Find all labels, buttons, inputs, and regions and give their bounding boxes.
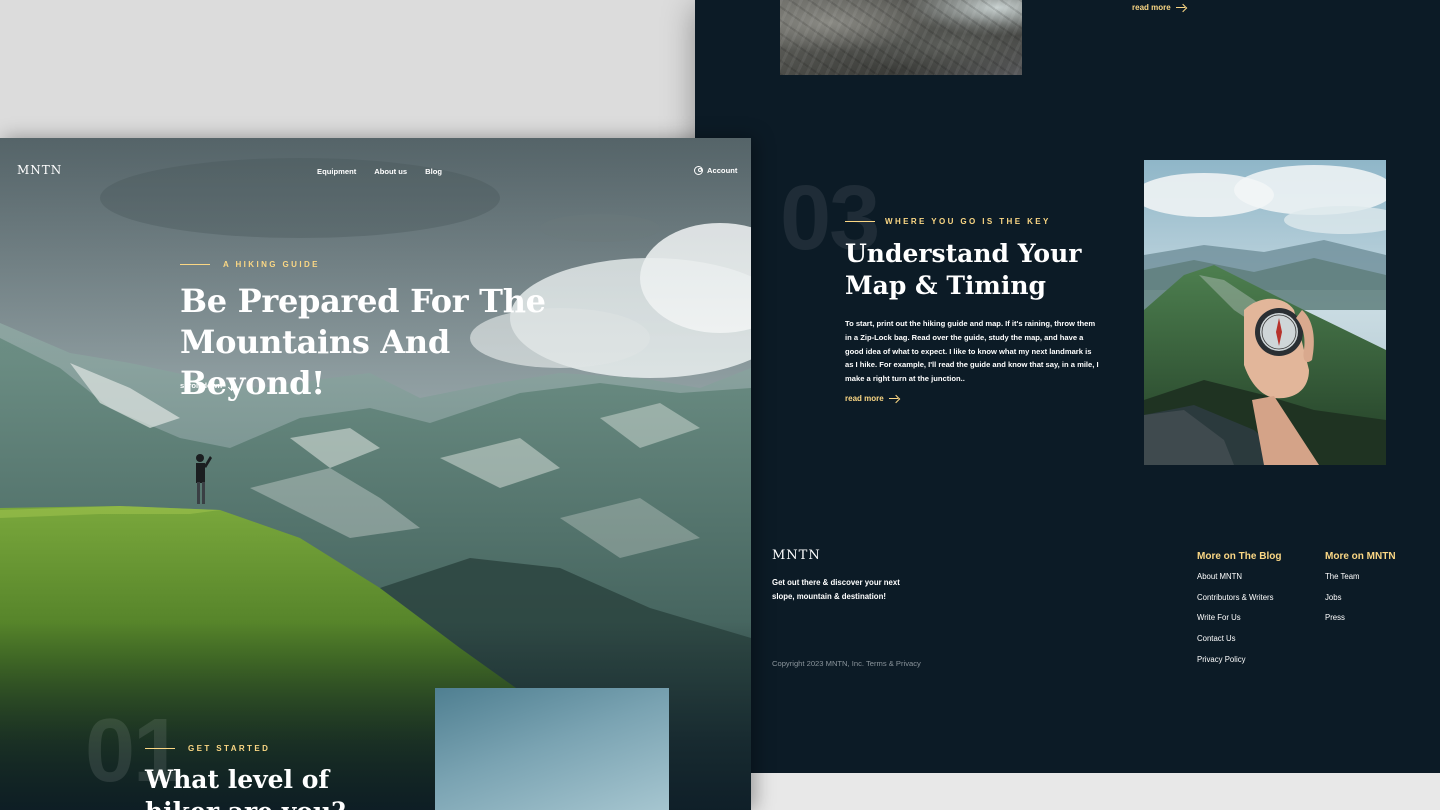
footer-link-write[interactable]: Write For Us	[1197, 612, 1281, 633]
section-eyebrow: WHERE YOU GO IS THE KEY	[845, 217, 1051, 226]
footer-link-contributors[interactable]: Contributors & Writers	[1197, 592, 1281, 613]
footer-tagline: Get out there & discover your next slope…	[772, 578, 900, 601]
section-title: What level of hiker are you?	[145, 765, 346, 810]
footer-column-blog: More on The Blog About MNTN Contributors…	[1197, 551, 1281, 674]
eyebrow-text: WHERE YOU GO IS THE KEY	[885, 217, 1051, 226]
footer-link-privacy[interactable]: Privacy Policy	[1197, 654, 1281, 675]
hero-title: Be Prepared For The Mountains And Beyond…	[180, 282, 546, 402]
user-icon	[694, 166, 703, 175]
footer-column-title: More on The Blog	[1197, 551, 1282, 562]
site-logo[interactable]: MNTN	[17, 163, 62, 177]
account-label: Account	[707, 166, 738, 175]
read-more-label: read more	[845, 394, 884, 403]
background-strip	[751, 773, 1440, 810]
compass-photo	[1144, 160, 1386, 465]
arrow-right-icon	[888, 395, 899, 403]
section-title: Understand Your Map & Timing	[845, 239, 1082, 300]
main-nav: Equipment About us Blog	[317, 167, 442, 176]
section-body: To start, print out the hiking guide and…	[845, 319, 1099, 384]
nav-item-equipment[interactable]: Equipment	[317, 167, 356, 176]
dark-content-panel: read more 03 WHERE YOU GO IS THE KEY Und…	[695, 0, 1440, 773]
footer-link-team[interactable]: The Team	[1325, 571, 1396, 592]
read-more-label: read more	[1132, 3, 1171, 12]
eyebrow-text: A HIKING GUIDE	[223, 260, 320, 269]
rock-photo	[780, 0, 1022, 75]
scroll-down-link[interactable]: scroll down	[180, 380, 234, 391]
arrow-right-icon	[1175, 4, 1186, 12]
footer-link-contact[interactable]: Contact Us	[1197, 633, 1281, 654]
section-eyebrow: GET STARTED	[145, 744, 270, 753]
hero-panel: MNTN Equipment About us Blog Account A H…	[0, 138, 751, 810]
footer-link-press[interactable]: Press	[1325, 612, 1396, 633]
footer-link-jobs[interactable]: Jobs	[1325, 592, 1396, 613]
account-button[interactable]: Account	[694, 166, 737, 175]
compass-illustration	[1144, 160, 1386, 465]
read-more-link-top[interactable]: read more	[1132, 3, 1186, 12]
eyebrow-line	[145, 748, 175, 749]
section-photo	[435, 688, 669, 810]
arrow-down-icon	[228, 380, 234, 391]
footer-column-title: More on MNTN	[1325, 551, 1396, 562]
footer-logo[interactable]: MNTN	[772, 548, 821, 563]
hero-eyebrow: A HIKING GUIDE	[180, 260, 320, 269]
nav-item-about[interactable]: About us	[374, 167, 407, 176]
footer-copyright: Copyright 2023 MNTN, Inc. Terms & Privac…	[772, 659, 921, 668]
footer-link-about[interactable]: About MNTN	[1197, 571, 1281, 592]
footer-column-mntn: More on MNTN The Team Jobs Press	[1325, 551, 1396, 633]
eyebrow-text: GET STARTED	[188, 744, 271, 753]
nav-item-blog[interactable]: Blog	[425, 167, 442, 176]
eyebrow-line	[845, 221, 875, 222]
read-more-link[interactable]: read more	[845, 394, 899, 403]
eyebrow-line	[180, 264, 210, 265]
scroll-down-label: scroll down	[180, 381, 223, 390]
